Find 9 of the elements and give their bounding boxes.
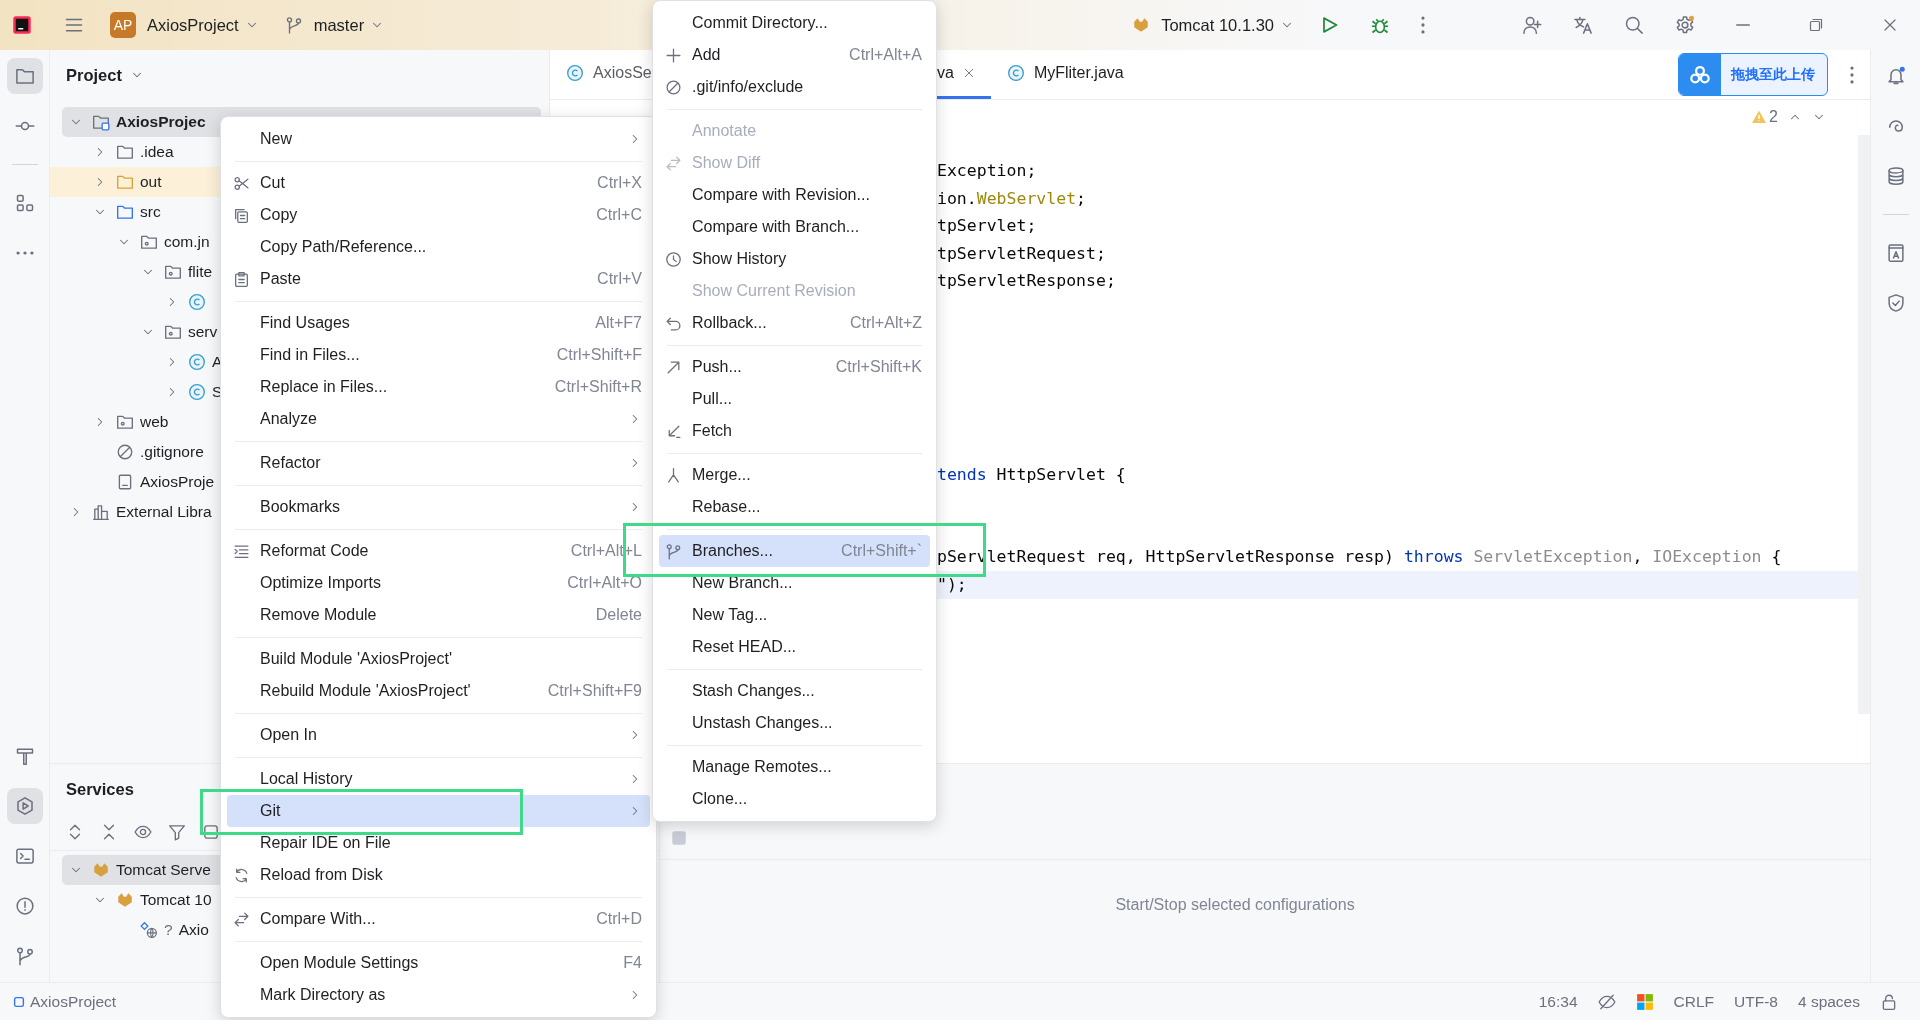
code-line: tpServletRequest;: [937, 242, 1107, 265]
code-line: tpServlet;: [937, 215, 1038, 238]
code-line: tpServletResponse;: [937, 270, 1117, 293]
project-badge: AP: [110, 12, 136, 38]
code-line: tends HttpServlet {: [937, 463, 1127, 486]
empty-state-hint: Start/Stop selected configurations: [1115, 896, 1355, 915]
code-line: Exception;: [937, 160, 1038, 182]
panel-title: Services: [66, 779, 134, 799]
code-line: ion.WebServlet;: [937, 187, 1088, 210]
